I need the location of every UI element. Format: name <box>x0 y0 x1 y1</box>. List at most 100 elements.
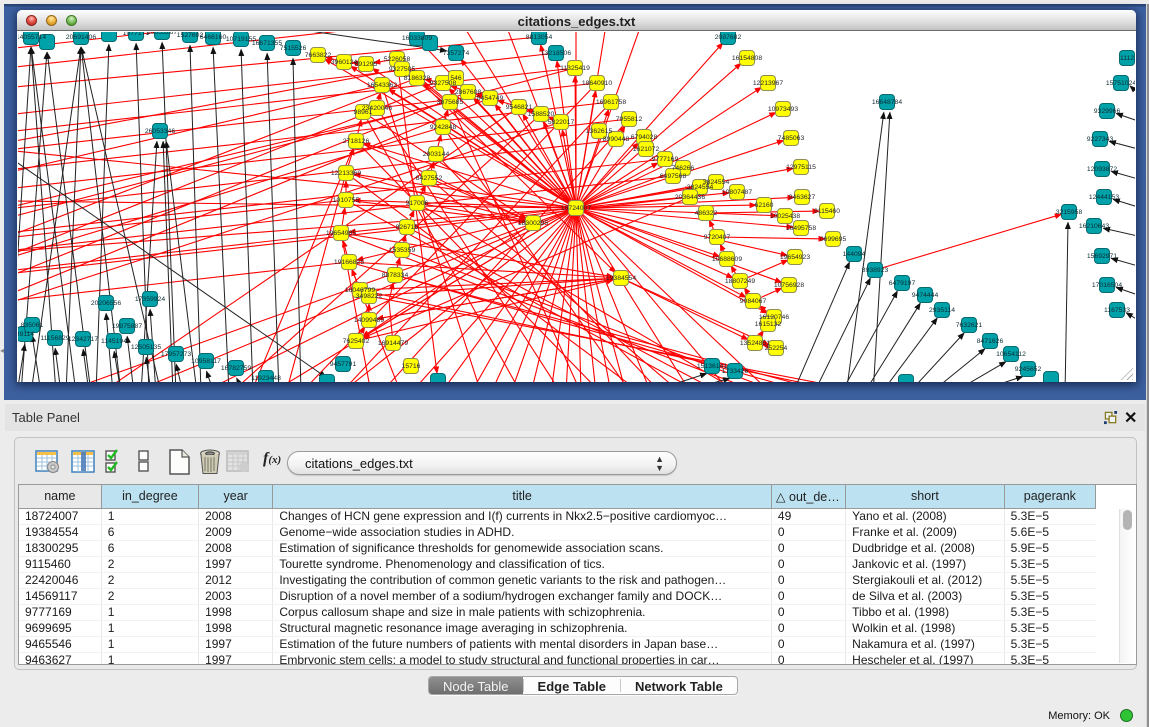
svg-text:9777169: 9777169 <box>652 156 679 163</box>
svg-text:12213967: 12213967 <box>753 80 783 87</box>
svg-text:26053346: 26053346 <box>145 128 175 135</box>
svg-text:8471626: 8471626 <box>977 338 1004 345</box>
svg-text:7515526: 7515526 <box>280 45 307 52</box>
svg-text:1167533: 1167533 <box>1104 307 1130 314</box>
svg-text:1145194: 1145194 <box>101 338 127 345</box>
svg-text:1621072: 1621072 <box>633 146 660 153</box>
svg-text:0699695: 0699695 <box>820 236 847 243</box>
svg-text:8878334: 8878334 <box>382 272 409 279</box>
svg-text:8938923: 8938923 <box>862 267 889 274</box>
svg-text:10807487: 10807487 <box>722 189 752 196</box>
svg-text:39114: 39114 <box>18 331 34 338</box>
svg-text:826715: 826715 <box>396 224 419 231</box>
svg-text:1112: 1112 <box>1120 55 1134 62</box>
svg-text:15692971: 15692971 <box>1087 253 1117 260</box>
svg-text:14055714: 14055714 <box>18 34 46 41</box>
svg-text:2718126: 2718126 <box>343 138 370 145</box>
svg-text:6479197: 6479197 <box>889 280 916 287</box>
svg-text:7632621: 7632621 <box>956 322 983 329</box>
svg-text:8454749: 8454749 <box>477 95 504 102</box>
svg-text:16120746: 16120746 <box>759 314 789 321</box>
svg-text:8990448: 8990448 <box>603 136 630 143</box>
svg-text:10958117: 10958117 <box>191 358 221 365</box>
svg-text:917006: 917006 <box>406 200 429 207</box>
svg-text:9720407: 9720407 <box>704 234 731 241</box>
svg-text:7663822: 7663822 <box>305 52 332 59</box>
svg-text:18640910: 18640910 <box>582 80 612 87</box>
svg-text:12975115: 12975115 <box>786 164 816 171</box>
svg-text:252254: 252254 <box>765 345 788 352</box>
svg-text:17957273: 17957273 <box>161 351 191 358</box>
svg-text:7357274: 7357274 <box>443 50 470 57</box>
svg-text:10025438: 10025438 <box>770 213 800 220</box>
svg-text:3215958: 3215958 <box>1056 209 1083 216</box>
svg-text:20206556: 20206556 <box>91 300 121 307</box>
svg-text:5226058: 5226058 <box>384 56 411 63</box>
svg-text:14099489: 14099489 <box>354 317 384 324</box>
svg-text:7955812: 7955812 <box>616 116 643 123</box>
svg-text:9227343: 9227343 <box>1087 136 1114 143</box>
svg-text:6794028: 6794028 <box>631 134 658 141</box>
svg-text:5822017: 5822017 <box>548 119 575 126</box>
svg-text:11325419: 11325419 <box>560 65 590 72</box>
svg-text:10654112: 10654112 <box>996 351 1026 358</box>
svg-text:10973493: 10973493 <box>768 106 798 113</box>
svg-text:19166825: 19166825 <box>334 259 364 266</box>
svg-text:1588520: 1588520 <box>528 111 555 118</box>
svg-text:486322: 486322 <box>695 210 718 217</box>
svg-text:891295: 891295 <box>355 61 378 68</box>
svg-text:12342717: 12342717 <box>68 336 98 343</box>
svg-text:16671355: 16671355 <box>252 40 282 47</box>
svg-text:1615132: 1615132 <box>755 321 782 328</box>
svg-text:7625402: 7625402 <box>343 338 370 345</box>
svg-text:1362615: 1362615 <box>586 128 613 135</box>
svg-text:9463627: 9463627 <box>789 194 816 201</box>
svg-text:16495758: 16495758 <box>786 225 816 232</box>
svg-text:17016504: 17016504 <box>1092 282 1122 289</box>
svg-text:3875685: 3875685 <box>437 99 464 106</box>
svg-text:19975887: 19975887 <box>112 323 142 330</box>
svg-text:1733426: 1733426 <box>722 368 749 375</box>
svg-text:11156829: 11156829 <box>40 335 69 342</box>
svg-text:144094: 144094 <box>843 251 866 258</box>
svg-text:746266: 746266 <box>672 165 695 172</box>
svg-text:19384554: 19384554 <box>606 275 636 282</box>
svg-text:20691406: 20691406 <box>66 34 96 41</box>
svg-text:16210643: 16210643 <box>1079 223 1109 230</box>
svg-text:9474444: 9474444 <box>912 292 939 299</box>
svg-text:13218506: 13218506 <box>541 50 571 57</box>
svg-text:12093872: 12093872 <box>1087 166 1117 173</box>
svg-text:19654923: 19654923 <box>780 254 810 261</box>
svg-text:9115460: 9115460 <box>814 208 840 215</box>
svg-text:9084067: 9084067 <box>740 298 767 305</box>
svg-text:1535359: 1535359 <box>389 247 416 254</box>
svg-text:10756928: 10756928 <box>774 282 804 289</box>
svg-text:16154808: 16154808 <box>732 55 762 62</box>
svg-text:2803144: 2803144 <box>423 151 450 158</box>
svg-text:2087682: 2087682 <box>715 34 742 41</box>
svg-text:1077171: 1077171 <box>123 32 150 37</box>
svg-text:15751024: 15751024 <box>1106 80 1135 87</box>
svg-text:835061: 835061 <box>21 322 44 329</box>
svg-text:16914479: 16914479 <box>378 340 408 347</box>
svg-text:98961: 98961 <box>354 109 373 116</box>
svg-text:3498222: 3498222 <box>356 293 383 300</box>
svg-text:546: 546 <box>450 75 462 82</box>
svg-text:9329966: 9329966 <box>1094 108 1121 115</box>
svg-text:9245652: 9245652 <box>1015 366 1042 373</box>
svg-text:15716: 15716 <box>402 363 421 370</box>
svg-text:10688609: 10688609 <box>712 256 742 263</box>
svg-text:16543362: 16543362 <box>367 82 397 89</box>
svg-text:8813054: 8813054 <box>526 34 553 41</box>
svg-text:18807249: 18807249 <box>725 278 755 285</box>
svg-text:20364436: 20364436 <box>675 194 705 201</box>
svg-text:6497568: 6497568 <box>660 173 687 180</box>
svg-text:62160: 62160 <box>755 202 774 209</box>
svg-text:16782759: 16782759 <box>221 365 251 372</box>
svg-text:3960124: 3960124 <box>331 59 358 66</box>
svg-text:17359924: 17359924 <box>135 296 165 303</box>
svg-text:9457791: 9457791 <box>330 361 357 368</box>
svg-text:12213369: 12213369 <box>331 170 361 177</box>
svg-text:16648784: 16648784 <box>872 99 902 106</box>
svg-text:12444153: 12444153 <box>1089 194 1119 201</box>
